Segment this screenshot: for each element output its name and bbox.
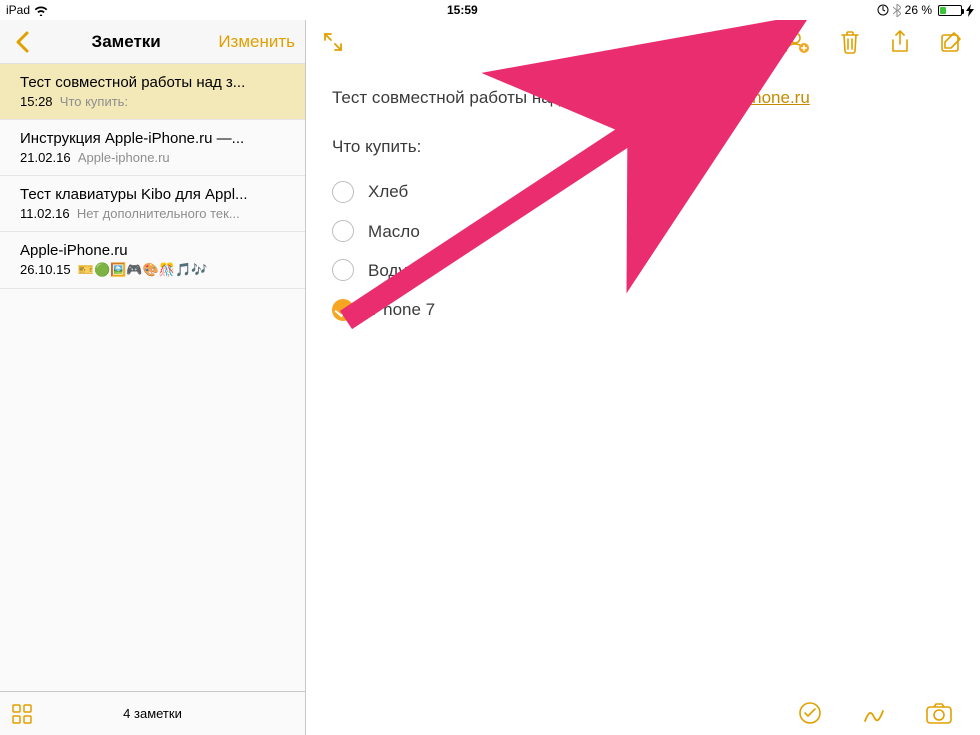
- checklist-item[interactable]: Хлеб: [332, 172, 954, 211]
- detail-footer: [306, 691, 980, 735]
- sketch-icon[interactable]: [862, 701, 886, 725]
- bluetooth-icon: [893, 4, 901, 17]
- charging-icon: [966, 4, 974, 17]
- note-body[interactable]: Тест совместной работы над заметками для…: [306, 64, 980, 349]
- note-subtitle: 21.02.16 Apple-iphone.ru: [20, 150, 291, 165]
- sidebar-title: Заметки: [34, 32, 218, 52]
- add-person-icon[interactable]: [784, 30, 810, 54]
- note-count: 4 заметки: [32, 706, 273, 721]
- trash-icon[interactable]: [840, 30, 860, 54]
- wifi-icon: [34, 5, 48, 16]
- orientation-lock-icon: [877, 4, 889, 16]
- note-subtitle: 15:28 Что купить:: [20, 94, 291, 109]
- checklist-item[interactable]: iPhone 7: [332, 290, 954, 329]
- sidebar-header: Заметки Изменить: [0, 20, 305, 64]
- checklist-item[interactable]: Воду: [332, 251, 954, 290]
- note-list-item[interactable]: Инструкция Apple-iPhone.ru —... 21.02.16…: [0, 120, 305, 176]
- battery-icon: [936, 5, 962, 16]
- share-icon[interactable]: [890, 30, 910, 54]
- note-list-item[interactable]: Тест клавиатуры Kibo для Appl... 11.02.1…: [0, 176, 305, 232]
- compose-icon[interactable]: [940, 31, 962, 53]
- note-title: Apple-iPhone.ru: [20, 242, 291, 259]
- note-list-item[interactable]: Apple-iPhone.ru 26.10.15 🎫🟢🖼️🎮🎨🎊🎵🎶: [0, 232, 305, 289]
- battery-percent: 26 %: [905, 3, 932, 17]
- note-title: Инструкция Apple-iPhone.ru —...: [20, 130, 291, 147]
- checklist-icon[interactable]: [798, 701, 822, 725]
- checklist-label: Масло: [368, 218, 420, 245]
- note-list-item[interactable]: Тест совместной работы над з... 15:28 Чт…: [0, 64, 305, 120]
- camera-icon[interactable]: [926, 702, 952, 724]
- note-subtitle: Что купить:: [332, 133, 954, 160]
- checklist-item[interactable]: Масло: [332, 212, 954, 251]
- note-link[interactable]: Apple-iPhone.ru: [688, 88, 810, 107]
- back-button[interactable]: [10, 31, 34, 53]
- checkbox-unchecked-icon[interactable]: [332, 259, 354, 281]
- sidebar: Заметки Изменить Тест совместной работы …: [0, 20, 306, 735]
- grid-view-icon[interactable]: [12, 704, 32, 724]
- note-heading: Тест совместной работы над заметками для…: [332, 84, 954, 111]
- checklist-label: Воду: [368, 257, 407, 284]
- note-subtitle: 26.10.15 🎫🟢🖼️🎮🎨🎊🎵🎶: [20, 262, 291, 278]
- note-list: Тест совместной работы над з... 15:28 Чт…: [0, 64, 305, 691]
- note-detail: Тест совместной работы над заметками для…: [306, 20, 980, 735]
- note-subtitle: 11.02.16 Нет дополнительного тек...: [20, 206, 291, 221]
- note-title: Тест совместной работы над з...: [20, 74, 291, 91]
- checklist: Хлеб Масло Воду iPhone 7: [332, 172, 954, 329]
- checkbox-checked-icon[interactable]: [332, 299, 354, 321]
- detail-toolbar: [306, 20, 980, 64]
- edit-button[interactable]: Изменить: [218, 32, 295, 52]
- checkbox-unchecked-icon[interactable]: [332, 181, 354, 203]
- device-label: iPad: [6, 3, 30, 17]
- status-time: 15:59: [48, 3, 877, 17]
- checkbox-unchecked-icon[interactable]: [332, 220, 354, 242]
- expand-icon[interactable]: [324, 33, 342, 51]
- checklist-label: iPhone 7: [368, 296, 435, 323]
- checklist-label: Хлеб: [368, 178, 408, 205]
- note-title: Тест клавиатуры Kibo для Appl...: [20, 186, 291, 203]
- sidebar-footer: 4 заметки: [0, 691, 305, 735]
- status-bar: iPad 15:59 26 %: [0, 0, 980, 20]
